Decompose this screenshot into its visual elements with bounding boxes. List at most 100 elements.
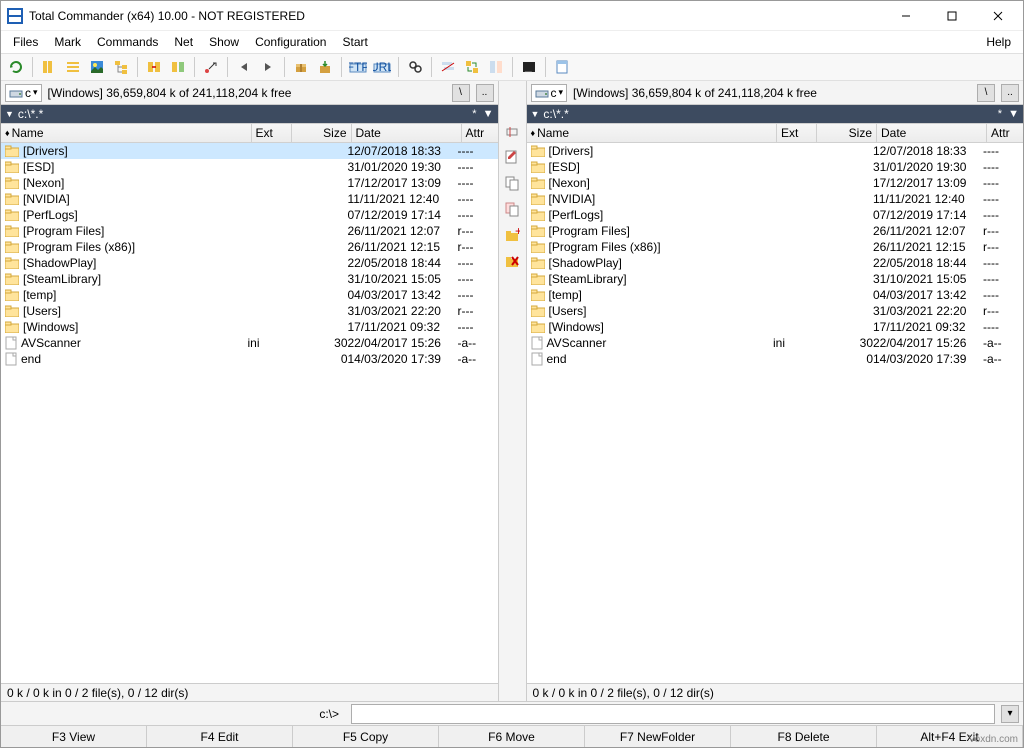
- list-item[interactable]: [Program Files (x86)] 26/11/2021 12:15 r…: [527, 239, 1024, 255]
- maximize-button[interactable]: [929, 1, 975, 31]
- menu-configuration[interactable]: Configuration: [247, 33, 334, 51]
- column-header-name[interactable]: ♦Name: [527, 123, 778, 142]
- column-header-attr[interactable]: Attr: [987, 123, 1023, 142]
- file-list[interactable]: [Drivers] 12/07/2018 18:33 ---- [ESD] 31…: [1, 143, 498, 683]
- list-item[interactable]: [ShadowPlay] 22/05/2018 18:44 ----: [527, 255, 1024, 271]
- list-item[interactable]: end 0 14/03/2020 17:39 -a--: [527, 351, 1024, 367]
- list-item[interactable]: [ESD] 31/01/2020 19:30 ----: [527, 159, 1024, 175]
- mid-edit-icon[interactable]: [502, 147, 522, 167]
- path-history-button[interactable]: * ▼: [472, 108, 493, 120]
- ftp-icon[interactable]: FTP: [347, 56, 369, 78]
- chevron-down-icon[interactable]: ▼: [531, 109, 540, 119]
- view-brief-icon[interactable]: [38, 56, 60, 78]
- cd-root-icon[interactable]: [200, 56, 222, 78]
- list-item[interactable]: [Users] 31/03/2021 22:20 r---: [527, 303, 1024, 319]
- notepad-icon[interactable]: [551, 56, 573, 78]
- target-equal-source-icon[interactable]: [167, 56, 189, 78]
- list-item[interactable]: end 0 14/03/2020 17:39 -a--: [1, 351, 498, 367]
- chevron-down-icon[interactable]: ▼: [5, 109, 14, 119]
- list-item[interactable]: AVScanner ini 30 22/04/2017 15:26 -a--: [1, 335, 498, 351]
- menu-commands[interactable]: Commands: [89, 33, 166, 51]
- list-item[interactable]: [temp] 04/03/2017 13:42 ----: [1, 287, 498, 303]
- column-header-size[interactable]: Size: [817, 123, 877, 142]
- goto-parent-button[interactable]: ..: [476, 84, 494, 102]
- list-item[interactable]: [Drivers] 12/07/2018 18:33 ----: [1, 143, 498, 159]
- list-item[interactable]: AVScanner ini 30 22/04/2017 15:26 -a--: [527, 335, 1024, 351]
- fkey-f7-newfolder[interactable]: F7 NewFolder: [585, 726, 731, 747]
- column-header-size[interactable]: Size: [292, 123, 352, 142]
- list-item[interactable]: [Nexon] 17/12/2017 13:09 ----: [527, 175, 1024, 191]
- list-item[interactable]: [Program Files (x86)] 26/11/2021 12:15 r…: [1, 239, 498, 255]
- column-header-ext[interactable]: Ext: [252, 123, 292, 142]
- column-header-date[interactable]: Date: [877, 123, 987, 142]
- current-path[interactable]: c:\*.*: [543, 107, 568, 121]
- multirename-icon[interactable]: [437, 56, 459, 78]
- fkey-f3-view[interactable]: F3 View: [1, 726, 147, 747]
- close-button[interactable]: [975, 1, 1021, 31]
- goto-root-button[interactable]: \: [977, 84, 995, 102]
- column-header-name[interactable]: ♦Name: [1, 123, 252, 142]
- minimize-button[interactable]: [883, 1, 929, 31]
- list-item[interactable]: [temp] 04/03/2017 13:42 ----: [527, 287, 1024, 303]
- fkey-f6-move[interactable]: F6 Move: [439, 726, 585, 747]
- drive-selector[interactable]: c ▾: [531, 84, 568, 102]
- list-item[interactable]: [ShadowPlay] 22/05/2018 18:44 ----: [1, 255, 498, 271]
- column-header-attr[interactable]: Attr: [462, 123, 498, 142]
- list-item[interactable]: [SteamLibrary] 31/10/2021 15:05 ----: [527, 271, 1024, 287]
- goto-root-button[interactable]: \: [452, 84, 470, 102]
- fkey-f8-delete[interactable]: F8 Delete: [731, 726, 877, 747]
- view-tree-icon[interactable]: [110, 56, 132, 78]
- menu-help[interactable]: Help: [978, 33, 1019, 51]
- drive-selector[interactable]: c ▾: [5, 84, 42, 102]
- list-item[interactable]: [Nexon] 17/12/2017 13:09 ----: [1, 175, 498, 191]
- menu-mark[interactable]: Mark: [46, 33, 89, 51]
- menu-show[interactable]: Show: [201, 33, 247, 51]
- unpack-icon[interactable]: [314, 56, 336, 78]
- list-item[interactable]: [SteamLibrary] 31/10/2021 15:05 ----: [1, 271, 498, 287]
- url-icon[interactable]: URL: [371, 56, 393, 78]
- list-item[interactable]: [PerfLogs] 07/12/2019 17:14 ----: [1, 207, 498, 223]
- menu-net[interactable]: Net: [166, 33, 201, 51]
- list-item[interactable]: [NVIDIA] 11/11/2021 12:40 ----: [527, 191, 1024, 207]
- open-cmd-icon[interactable]: _: [518, 56, 540, 78]
- compare-icon[interactable]: [485, 56, 507, 78]
- menu-start[interactable]: Start: [334, 33, 375, 51]
- view-full-icon[interactable]: [62, 56, 84, 78]
- mid-copy-icon[interactable]: [502, 173, 522, 193]
- list-item[interactable]: [Windows] 17/11/2021 09:32 ----: [1, 319, 498, 335]
- command-dropdown-icon[interactable]: ▾: [1001, 705, 1019, 723]
- list-item[interactable]: [PerfLogs] 07/12/2019 17:14 ----: [527, 207, 1024, 223]
- back-icon[interactable]: [233, 56, 255, 78]
- forward-icon[interactable]: [257, 56, 279, 78]
- file-list[interactable]: [Drivers] 12/07/2018 18:33 ---- [ESD] 31…: [527, 143, 1024, 683]
- fkey-f4-edit[interactable]: F4 Edit: [147, 726, 293, 747]
- refresh-icon[interactable]: [5, 56, 27, 78]
- file-name: [NVIDIA]: [23, 192, 70, 206]
- menu-files[interactable]: Files: [5, 33, 46, 51]
- swap-panels-icon[interactable]: [143, 56, 165, 78]
- fkey-f5-copy[interactable]: F5 Copy: [293, 726, 439, 747]
- mid-move-icon[interactable]: [502, 199, 522, 219]
- list-item[interactable]: [NVIDIA] 11/11/2021 12:40 ----: [1, 191, 498, 207]
- list-item[interactable]: [Drivers] 12/07/2018 18:33 ----: [527, 143, 1024, 159]
- list-item[interactable]: [Program Files] 26/11/2021 12:07 r---: [1, 223, 498, 239]
- svg-text:URL: URL: [373, 60, 391, 74]
- view-thumbs-icon[interactable]: [86, 56, 108, 78]
- path-history-button[interactable]: * ▼: [998, 108, 1019, 120]
- search-icon[interactable]: [404, 56, 426, 78]
- column-header-date[interactable]: Date: [352, 123, 462, 142]
- sync-dirs-icon[interactable]: [461, 56, 483, 78]
- list-item[interactable]: [Windows] 17/11/2021 09:32 ----: [527, 319, 1024, 335]
- pack-icon[interactable]: [290, 56, 312, 78]
- mid-rename-icon[interactable]: [502, 121, 522, 141]
- column-header-ext[interactable]: Ext: [777, 123, 817, 142]
- command-input[interactable]: [351, 704, 995, 724]
- list-item[interactable]: [Program Files] 26/11/2021 12:07 r---: [527, 223, 1024, 239]
- mid-delete-icon[interactable]: [502, 251, 522, 271]
- list-item[interactable]: [Users] 31/03/2021 22:20 r---: [1, 303, 498, 319]
- svg-text:+: +: [515, 227, 520, 238]
- goto-parent-button[interactable]: ..: [1001, 84, 1019, 102]
- current-path[interactable]: c:\*.*: [18, 107, 43, 121]
- mid-mkdir-icon[interactable]: +: [502, 225, 522, 245]
- list-item[interactable]: [ESD] 31/01/2020 19:30 ----: [1, 159, 498, 175]
